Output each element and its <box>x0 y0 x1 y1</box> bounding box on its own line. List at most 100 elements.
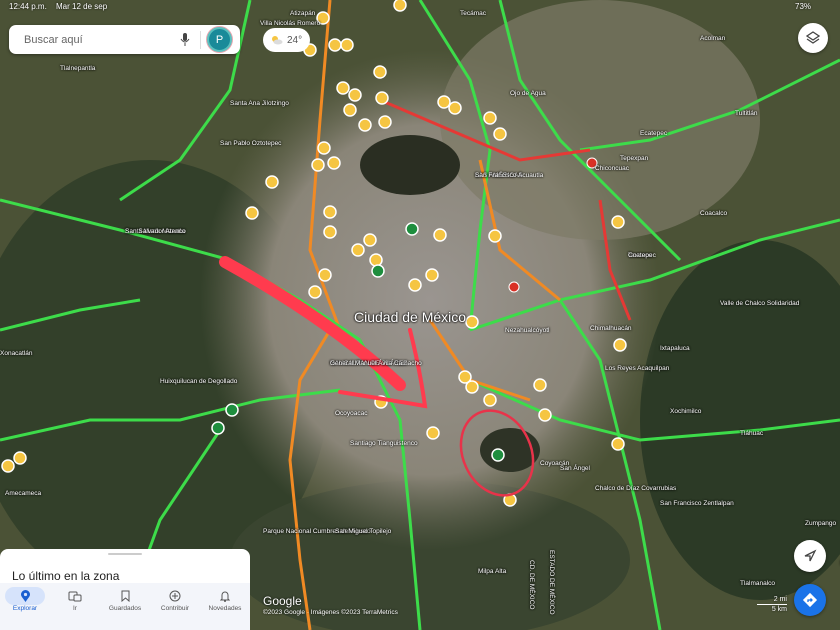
scale-line <box>757 604 787 605</box>
status-date: Mar 12 de sep <box>56 2 108 11</box>
place-pin[interactable] <box>483 111 497 125</box>
layers-button[interactable] <box>798 23 828 53</box>
map-place-label: San Ángel <box>560 465 590 472</box>
place-pin[interactable] <box>348 88 362 102</box>
place-pin[interactable] <box>13 451 27 465</box>
tab-explorar[interactable]: Explorar <box>0 583 50 630</box>
partly-sunny-icon <box>272 36 283 45</box>
city-label: Ciudad de México <box>354 309 467 325</box>
place-pin[interactable] <box>611 215 625 229</box>
map-place-label: Tultitlán <box>735 110 758 117</box>
sheet-drag-handle[interactable] <box>108 553 142 555</box>
map-place-label: Xonacatlán <box>0 350 33 357</box>
place-pin[interactable] <box>327 156 341 170</box>
map-place-label: CD. DE MÉXICO <box>528 560 535 610</box>
park-pin[interactable] <box>371 264 385 278</box>
divider <box>200 30 201 49</box>
place-pin[interactable] <box>378 115 392 129</box>
park-pin[interactable] <box>225 403 239 417</box>
place-pin[interactable] <box>308 285 322 299</box>
tab-label: Guardados <box>108 605 142 612</box>
place-pin[interactable] <box>426 426 440 440</box>
weather-chip[interactable]: 24° <box>263 28 311 52</box>
place-pin[interactable] <box>323 205 337 219</box>
directions-button[interactable] <box>794 584 826 616</box>
map-place-label: Huixquilucan de Degollado <box>160 378 238 385</box>
scale-bar: 2 mi 5 km <box>757 596 787 613</box>
place-pin[interactable] <box>351 243 365 257</box>
map-place-label: Chimalhuacán <box>590 325 632 332</box>
layers-icon <box>806 31 820 44</box>
place-pin[interactable] <box>317 141 331 155</box>
map-place-label: Santa Ana Jilotzingo <box>230 100 289 107</box>
place-pin[interactable] <box>340 38 354 52</box>
bottom-nav: Explorar Ir Guardados Contribuir Novedad… <box>0 583 250 630</box>
place-pin[interactable] <box>533 378 547 392</box>
place-pin[interactable] <box>433 228 447 242</box>
place-pin[interactable] <box>493 127 507 141</box>
map-place-label: Coacalco <box>700 210 728 217</box>
incident-pin[interactable] <box>508 281 520 293</box>
place-pin[interactable] <box>358 118 372 132</box>
map-place-label: San Francisco Acuautla <box>475 172 544 179</box>
place-pin[interactable] <box>393 0 407 12</box>
map-place-label: Valle de Chalco Solidaridad <box>720 300 800 307</box>
place-pin[interactable] <box>245 206 259 220</box>
place-pin[interactable] <box>373 65 387 79</box>
status-battery: 73% <box>795 2 812 11</box>
place-pin[interactable] <box>311 158 325 172</box>
google-logo: Google <box>263 594 302 608</box>
tab-guardados[interactable]: Guardados <box>100 583 150 630</box>
place-pin[interactable] <box>408 278 422 292</box>
place-pin[interactable] <box>465 380 479 394</box>
microphone-icon[interactable] <box>180 32 190 47</box>
map-place-label: Chiconcuac <box>595 165 629 172</box>
tab-label: Contribuir <box>160 605 190 612</box>
place-pin[interactable] <box>483 393 497 407</box>
place-pin[interactable] <box>343 103 357 117</box>
place-pin[interactable] <box>375 91 389 105</box>
place-pin[interactable] <box>425 268 439 282</box>
my-location-button[interactable] <box>794 540 826 572</box>
map-place-label: Chalco de Díaz Covarrubias <box>595 485 677 492</box>
tab-ir[interactable]: Ir <box>50 583 100 630</box>
search-bar[interactable]: Buscar aquí P <box>9 25 240 54</box>
place-pin[interactable] <box>363 233 377 247</box>
map-place-label: Xochimilco <box>670 408 702 415</box>
tab-label: Ir <box>73 605 77 612</box>
place-pin[interactable] <box>265 175 279 189</box>
place-pin[interactable] <box>437 95 451 109</box>
place-pin[interactable] <box>318 268 332 282</box>
map-place-label: Acolman <box>700 35 726 42</box>
park-pin[interactable] <box>491 448 505 462</box>
map-attribution[interactable]: ©2023 Google · Imágenes ©2023 TerraMetri… <box>263 609 398 616</box>
map-place-label: Milpa Alta <box>478 568 507 575</box>
park-pin[interactable] <box>405 222 419 236</box>
tab-label: Explorar <box>12 605 38 612</box>
map-place-label: Tláhuac <box>740 430 764 437</box>
map-place-label: Ixtapaluca <box>660 345 690 352</box>
tab-novedades[interactable]: Novedades <box>200 583 250 630</box>
avatar[interactable]: P <box>207 27 232 52</box>
place-pin[interactable] <box>465 315 479 329</box>
place-pin[interactable] <box>328 38 342 52</box>
map-place-label: Tepexpan <box>620 155 649 162</box>
place-pin[interactable] <box>336 81 350 95</box>
sheet-title: Lo último en la zona <box>12 569 120 583</box>
tab-contribuir[interactable]: Contribuir <box>150 583 200 630</box>
place-pin[interactable] <box>448 101 462 115</box>
search-input[interactable]: Buscar aquí <box>9 34 180 46</box>
place-pin[interactable] <box>369 253 383 267</box>
place-pin[interactable] <box>538 408 552 422</box>
place-pin[interactable] <box>613 338 627 352</box>
place-pin[interactable] <box>611 437 625 451</box>
map-place-label: Ecatepec <box>640 130 668 137</box>
map-place-label: Amecameca <box>5 490 42 497</box>
place-pin[interactable] <box>488 229 502 243</box>
park-pin[interactable] <box>211 421 225 435</box>
place-pin[interactable] <box>323 225 337 239</box>
place-pin[interactable] <box>1 459 15 473</box>
map-place-label: Villa Nicolás Romero <box>260 20 321 27</box>
sierra-guadalupe <box>360 135 460 195</box>
map-place-label: Santiago Tianguistenco <box>350 440 418 447</box>
